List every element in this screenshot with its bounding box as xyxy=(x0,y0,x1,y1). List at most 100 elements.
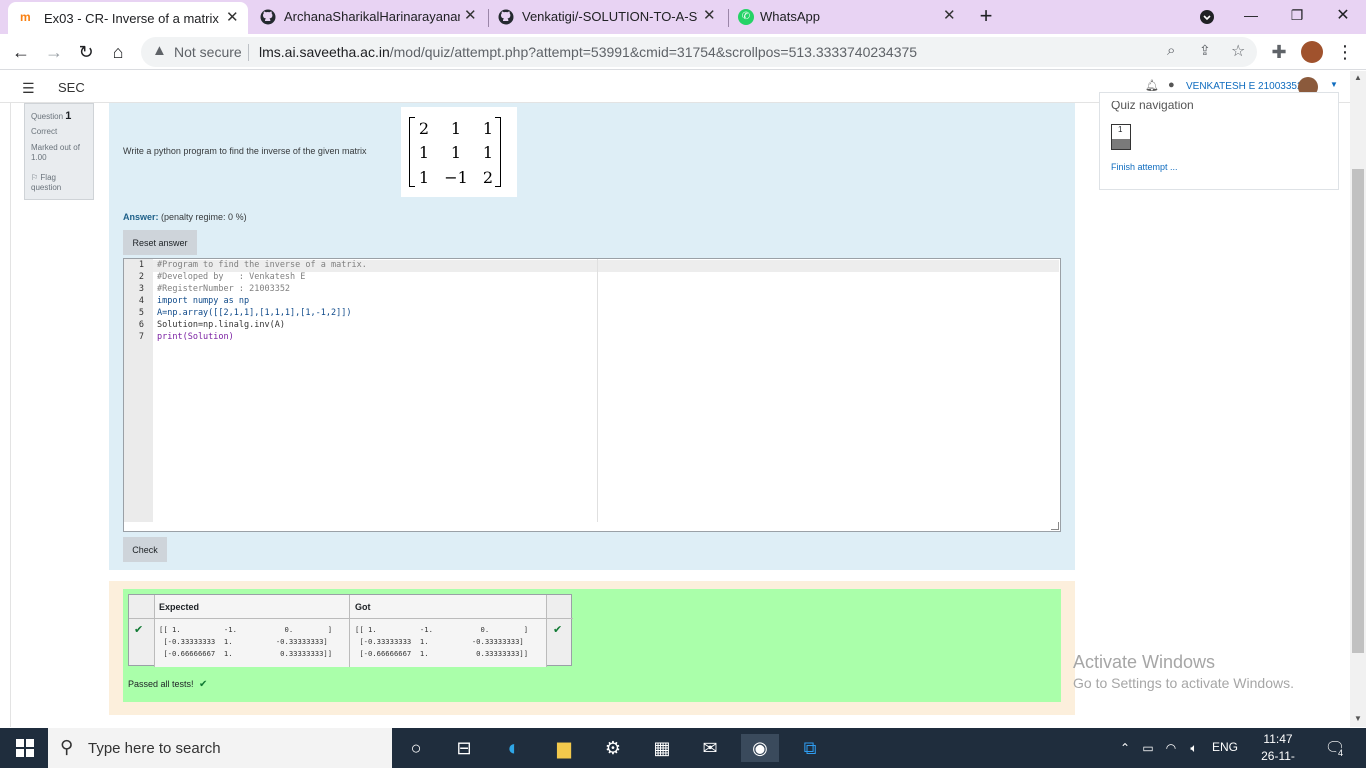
url-divider xyxy=(248,44,249,61)
close-icon[interactable]: ✕ xyxy=(703,6,716,24)
minimize-icon[interactable]: — xyxy=(1240,4,1262,26)
moodle-icon: m xyxy=(20,10,31,24)
close-window-icon[interactable]: ✕ xyxy=(1332,4,1354,26)
scrollbar-thumb[interactable] xyxy=(1352,169,1364,653)
language-indicator[interactable]: ENG xyxy=(1212,740,1238,754)
question-marks: Marked out of 1.00 xyxy=(31,143,80,162)
line-number: 3 xyxy=(138,284,144,294)
tab-github-archana[interactable]: ArchanaSharikalHarinarayanan/-S ✕ xyxy=(248,0,488,34)
tab-whatsapp[interactable]: ✆ WhatsApp ✕ xyxy=(728,0,968,34)
tab-quiz[interactable]: m Ex03 - CR- Inverse of a matrix ✕ xyxy=(8,2,248,34)
notification-count: 4 xyxy=(1336,748,1346,758)
activate-windows-watermark: Activate Windows Go to Settings to activ… xyxy=(1073,652,1294,691)
back-icon[interactable]: ← xyxy=(10,41,32,63)
share-icon[interactable]: ⇪ xyxy=(1199,42,1211,59)
whatsapp-icon: ✆ xyxy=(738,9,754,25)
close-icon[interactable]: ✕ xyxy=(464,6,477,24)
scroll-down-arrow[interactable]: ▼ xyxy=(1354,714,1362,723)
watermark-title: Activate Windows xyxy=(1073,652,1216,672)
user-name[interactable]: VENKATESH E 21003352 xyxy=(1186,81,1303,92)
warning-icon: ▲ xyxy=(152,42,167,59)
code-line: print(Solution) xyxy=(157,332,234,342)
header-divider xyxy=(129,618,573,619)
check-button[interactable]: Check xyxy=(123,537,167,562)
site-brand[interactable]: SEC xyxy=(58,80,85,95)
matrix-cell: 2 xyxy=(482,168,494,187)
line-number: 2 xyxy=(138,272,144,282)
tab-github-venkatigi[interactable]: Venkatigi/-SOLUTION-TO-A-SYST ✕ xyxy=(488,0,728,34)
windows-start-icon[interactable] xyxy=(10,734,40,762)
cortana-icon[interactable]: ○ xyxy=(401,734,431,762)
expected-output: [[ 1. -1. 0. ] [-0.33333333 1. -0.333333… xyxy=(159,625,333,658)
question-status: Correct xyxy=(31,127,58,136)
profile-avatar[interactable] xyxy=(1301,41,1323,63)
chrome-icon[interactable]: ◉ xyxy=(741,734,779,762)
edge-icon[interactable]: ◐ xyxy=(499,734,529,762)
taskbar-search[interactable]: ⚲ Type here to search xyxy=(48,728,392,768)
check-icon: ✔ xyxy=(134,624,144,636)
question-info: Question 1 Correct Marked out of 1.00 ⚐ … xyxy=(24,103,94,200)
scroll-up-arrow[interactable]: ▲ xyxy=(1354,73,1362,82)
vertical-scrollbar[interactable]: ▲ ▼ xyxy=(1350,71,1366,727)
vscode-icon[interactable]: ⧉ xyxy=(795,734,825,762)
answered-indicator xyxy=(1112,139,1130,149)
line-number: 6 xyxy=(138,320,144,330)
reset-answer-button[interactable]: Reset answer xyxy=(123,230,197,255)
store-icon[interactable]: ▦ xyxy=(647,734,677,762)
hamburger-menu-icon[interactable]: ☰ xyxy=(22,80,35,97)
tab-title: Venkatigi/-SOLUTION-TO-A-SYST xyxy=(522,9,698,24)
code-line: #RegisterNumber : 21003352 xyxy=(157,284,291,294)
clock-date: 26-11-2021 xyxy=(1261,749,1295,780)
volume-icon[interactable]: 🔈︎ xyxy=(1179,734,1209,762)
quiz-nav-title: Quiz navigation xyxy=(1111,98,1194,112)
task-view-icon[interactable]: ⊟ xyxy=(449,734,479,762)
new-tab-button[interactable]: + xyxy=(975,3,997,28)
search-icon: ⚲ xyxy=(60,737,74,757)
code-line: A=np.array([[2,1,1],[1,1,1],[1,-1,2]]) xyxy=(157,308,352,318)
browser-toolbar: ← → ↻ ⌂ ▲ Not secure lms.ai.saveetha.ac.… xyxy=(0,34,1366,70)
restore-icon[interactable]: ❐ xyxy=(1286,4,1308,26)
reload-icon[interactable]: ↻ xyxy=(75,41,97,63)
code-line: import numpy as np xyxy=(157,296,250,306)
home-icon[interactable]: ⌂ xyxy=(107,41,129,63)
flag-question[interactable]: ⚐ Flag question xyxy=(31,173,71,193)
notifications-icon[interactable]: 🗨︎ xyxy=(1320,734,1350,762)
messages-icon[interactable]: ● xyxy=(1168,79,1175,91)
github-icon xyxy=(498,9,514,25)
close-icon[interactable]: ✕ xyxy=(943,6,956,24)
line-number: 1 xyxy=(138,260,144,270)
code-editor[interactable]: 1 2 3 4 5 6 7 #Program to find the inver… xyxy=(123,258,1061,532)
matrix-cell: 1 xyxy=(450,119,462,138)
results-table: Expected Got ✔ [[ 1. -1. 0. ] [-0.333333… xyxy=(128,594,573,667)
question-nav-button[interactable]: 1 xyxy=(1111,124,1131,150)
notification-bell-icon[interactable]: 🔔︎ xyxy=(1145,79,1159,92)
clock[interactable]: 11:47 26-11-2021 xyxy=(1248,731,1308,782)
tab-title: Ex03 - CR- Inverse of a matrix xyxy=(44,11,219,26)
tab-title: ArchanaSharikalHarinarayanan/-S xyxy=(284,9,460,24)
chevron-down-icon[interactable]: ▼ xyxy=(1330,80,1338,89)
browser-tab-strip: m Ex03 - CR- Inverse of a matrix ✕ Archa… xyxy=(0,0,1366,34)
quiz-navigation: Quiz navigation 1 Finish attempt ... xyxy=(1099,92,1339,190)
code-line: #Program to find the inverse of a matrix… xyxy=(157,260,367,270)
tab-search-icon[interactable] xyxy=(1196,6,1218,28)
file-explorer-icon[interactable]: ▆ xyxy=(549,734,579,762)
browser-menu-icon[interactable]: ⋮ xyxy=(1334,41,1356,63)
resize-handle[interactable] xyxy=(1051,522,1059,530)
extensions-icon[interactable]: ✚ xyxy=(1268,41,1290,63)
zoom-icon[interactable]: ⌕ xyxy=(1167,42,1175,59)
question-text: Write a python program to find the inver… xyxy=(123,146,367,156)
matrix-cell: 1 xyxy=(482,143,494,162)
question-number: Question 1 xyxy=(31,110,72,122)
flag-icon: ⚐ xyxy=(31,173,39,182)
forward-icon[interactable]: → xyxy=(43,41,65,63)
address-bar[interactable]: ▲ Not secure lms.ai.saveetha.ac.in/mod/q… xyxy=(141,37,1257,67)
close-icon[interactable]: ✕ xyxy=(226,8,239,26)
matrix-cell: 2 xyxy=(418,119,430,138)
security-label: Not secure xyxy=(174,44,242,60)
matrix-cell: −1 xyxy=(444,168,468,187)
mail-icon[interactable]: ✉ xyxy=(695,734,725,762)
windows-taskbar: ⚲ Type here to search ○ ⊟ ◐ ▆ ⚙ ▦ ✉ ◉ ⧉ … xyxy=(0,728,1366,780)
bookmark-star-icon[interactable]: ☆ xyxy=(1231,41,1245,61)
settings-gear-icon[interactable]: ⚙ xyxy=(598,734,628,762)
finish-attempt-link[interactable]: Finish attempt ... xyxy=(1111,162,1178,172)
